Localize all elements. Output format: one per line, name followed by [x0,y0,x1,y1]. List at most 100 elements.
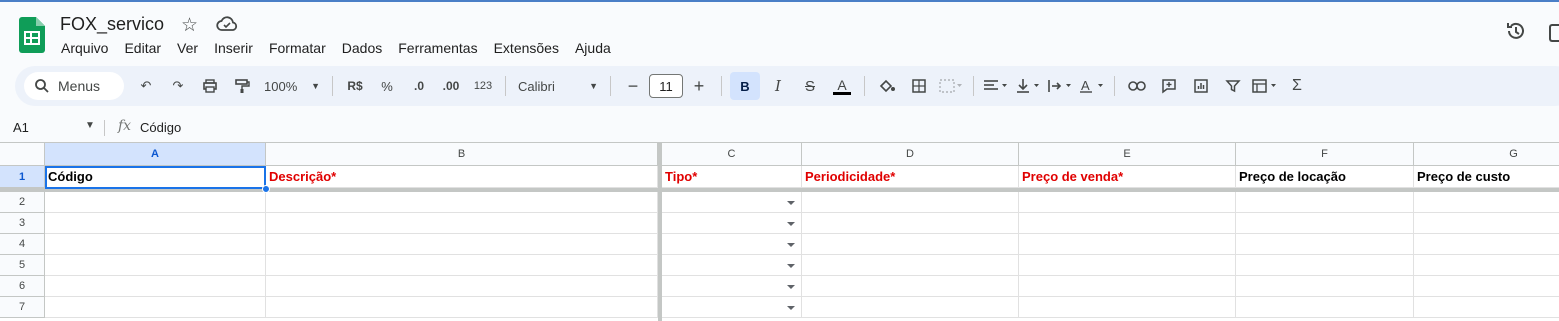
cell-b5[interactable] [266,255,658,276]
menu-dados[interactable]: Dados [342,40,382,56]
cell-e3[interactable] [1019,213,1236,234]
comments-icon[interactable] [1549,24,1559,42]
cell-a7[interactable] [45,297,266,318]
row-header-6[interactable]: 6 [0,276,45,297]
cell-g3[interactable] [1414,213,1559,234]
cell-f1[interactable]: Preço de locação [1236,166,1414,188]
name-box[interactable]: A1 [13,120,29,135]
cell-c3[interactable] [662,213,802,234]
cell-g6[interactable] [1414,276,1559,297]
cell-f3[interactable] [1236,213,1414,234]
cell-b2[interactable] [266,192,658,213]
dropdown-arrow-icon[interactable] [787,306,795,310]
cell-d3[interactable] [802,213,1019,234]
column-header-b[interactable]: B [266,143,658,166]
cell-c2[interactable] [662,192,802,213]
row-header-2[interactable]: 2 [0,192,45,213]
menu-inserir[interactable]: Inserir [214,40,253,56]
cell-d7[interactable] [802,297,1019,318]
filter-icon[interactable] [1219,72,1247,100]
row-header-4[interactable]: 4 [0,234,45,255]
select-all-corner[interactable] [0,143,45,166]
decrease-font-size-icon[interactable]: − [619,72,647,100]
document-title[interactable]: FOX_servico [60,14,164,35]
cell-b3[interactable] [266,213,658,234]
cell-d2[interactable] [802,192,1019,213]
column-header-f[interactable]: F [1236,143,1414,166]
cell-g1[interactable]: Preço de custo [1414,166,1559,188]
cell-f2[interactable] [1236,192,1414,213]
cell-b6[interactable] [266,276,658,297]
row-header-5[interactable]: 5 [0,255,45,276]
row-header-7[interactable]: 7 [0,297,45,318]
paint-format-icon[interactable] [228,72,256,100]
merge-cells-icon[interactable] [937,72,965,100]
cell-c1[interactable]: Tipo* [662,166,802,188]
borders-icon[interactable] [905,72,933,100]
insert-link-icon[interactable] [1123,72,1151,100]
font-size-input[interactable]: 11 [649,74,683,98]
functions-icon[interactable]: Σ [1283,72,1311,100]
cell-e7[interactable] [1019,297,1236,318]
column-header-d[interactable]: D [802,143,1019,166]
dropdown-arrow-icon[interactable] [787,264,795,268]
cell-c7[interactable] [662,297,802,318]
cell-g5[interactable] [1414,255,1559,276]
sheets-logo-icon[interactable] [19,17,45,53]
cell-b4[interactable] [266,234,658,255]
cell-e4[interactable] [1019,234,1236,255]
cell-e2[interactable] [1019,192,1236,213]
fill-handle[interactable] [262,185,270,193]
text-rotation-icon[interactable]: A [1078,72,1106,100]
column-header-c[interactable]: C [662,143,802,166]
cell-a5[interactable] [45,255,266,276]
dropdown-arrow-icon[interactable] [787,201,795,205]
frozen-column-divider[interactable] [658,143,662,321]
cell-d6[interactable] [802,276,1019,297]
cell-a3[interactable] [45,213,266,234]
insert-comment-icon[interactable] [1155,72,1183,100]
bold-button[interactable]: B [730,72,760,100]
font-select[interactable]: Calibri ▼ [514,72,602,100]
cell-c5[interactable] [662,255,802,276]
dropdown-arrow-icon[interactable] [787,243,795,247]
undo-icon[interactable]: ↶ [132,72,160,100]
menu-formatar[interactable]: Formatar [269,40,326,56]
cell-f7[interactable] [1236,297,1414,318]
cell-g7[interactable] [1414,297,1559,318]
cell-d4[interactable] [802,234,1019,255]
column-header-g[interactable]: G [1414,143,1559,166]
row-header-3[interactable]: 3 [0,213,45,234]
fill-color-icon[interactable] [873,72,901,100]
cell-d1[interactable]: Periodicidade* [802,166,1019,188]
dropdown-arrow-icon[interactable] [787,222,795,226]
cell-c4[interactable] [662,234,802,255]
cell-e5[interactable] [1019,255,1236,276]
vertical-align-icon[interactable] [1014,72,1042,100]
cell-f6[interactable] [1236,276,1414,297]
text-wrap-icon[interactable] [1046,72,1074,100]
cell-f4[interactable] [1236,234,1414,255]
menu-editar[interactable]: Editar [124,40,161,56]
print-icon[interactable] [196,72,224,100]
increase-decimal-button[interactable]: .00 [437,72,465,100]
strikethrough-icon[interactable]: S [796,72,824,100]
cloud-saved-icon[interactable] [216,16,238,32]
cell-b7[interactable] [266,297,658,318]
currency-format-button[interactable]: R$ [341,72,369,100]
filter-views-icon[interactable] [1251,72,1279,100]
cell-a4[interactable] [45,234,266,255]
version-history-icon[interactable] [1505,20,1527,42]
percent-format-button[interactable]: % [373,72,401,100]
cell-d5[interactable] [802,255,1019,276]
dropdown-arrow-icon[interactable] [787,285,795,289]
cell-a2[interactable] [45,192,266,213]
cell-g2[interactable] [1414,192,1559,213]
menu-arquivo[interactable]: Arquivo [61,40,108,56]
cell-e6[interactable] [1019,276,1236,297]
horizontal-align-icon[interactable] [982,72,1010,100]
cell-e1[interactable]: Preço de venda* [1019,166,1236,188]
menu-ver[interactable]: Ver [177,40,198,56]
insert-chart-icon[interactable] [1187,72,1215,100]
star-icon[interactable]: ☆ [181,14,198,37]
